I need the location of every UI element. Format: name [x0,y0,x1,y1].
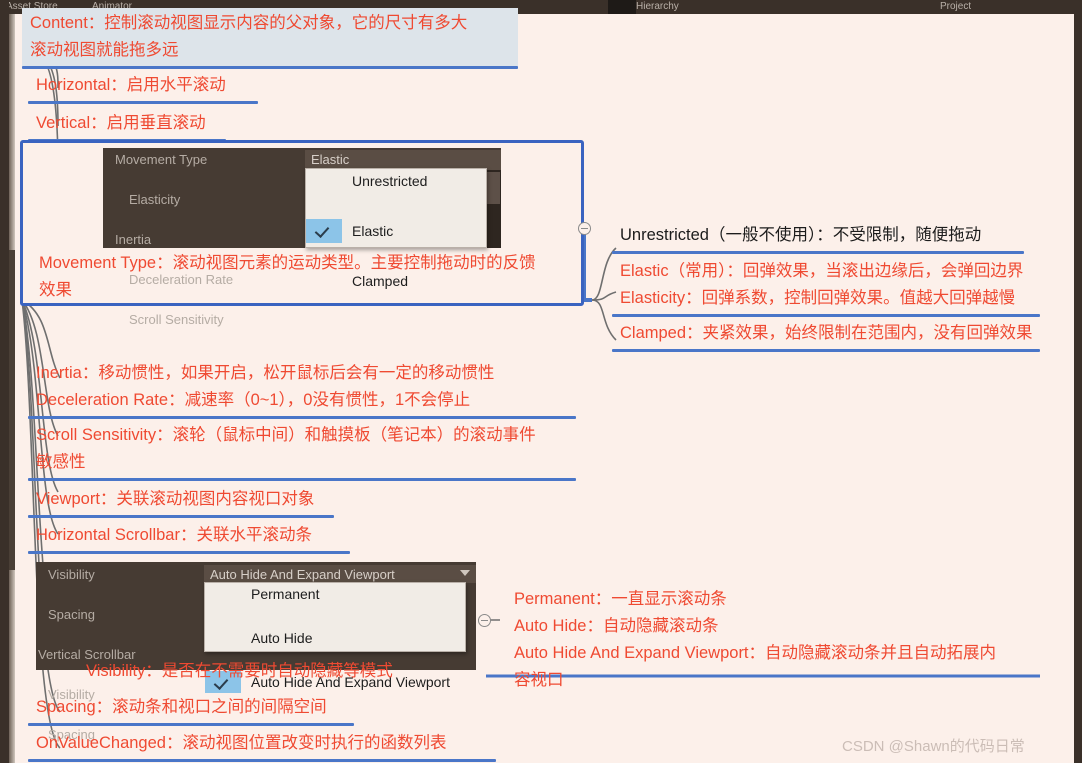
node-clamped-text: Clamped：夹紧效果，始终限制在范围内，没有回弹效果 [620,324,1033,342]
node-scroll-sensitivity-underline [28,478,576,481]
inspector-row-scroll-sensitivity: Scroll Sensitivity [103,310,501,330]
node-horizontal-text: Horizontal：启用水平滚动 [36,76,226,94]
visibility-value[interactable]: Auto Hide And Expand Viewport [204,565,476,583]
node-unrestricted-text: Unrestricted（一般不使用）：不受限制，随便拖动 [620,226,982,244]
option-label: Clamped [352,273,409,289]
node-content-text: Content：控制滚动视图显示内容的父对象，它的尺寸有多大 滚动视图就能拖多远 [30,14,468,59]
mindmap-canvas: Asset Store Animator Hierarchy Project C… [0,0,1082,763]
node-clamped-underline [612,349,1040,352]
node-elastic[interactable]: Elastic（常用）：回弹效果，当滚出边缘后，会弹回边界 Elasticity… [612,256,1040,317]
inspector-scrollbar-thumb[interactable] [486,172,500,204]
row-label: Spacing [48,607,95,622]
node-visibility-modes[interactable]: Permanent：一直显示滚动条 Auto Hide：自动隐藏滚动条 Auto… [506,584,1040,696]
row-label: Movement Type [115,152,208,167]
option-label: Unrestricted [352,173,428,189]
dropdown-option-permanent[interactable]: Permanent [205,583,465,605]
node-spacing-text: Spacing：滚动条和视口之间的间隔空间 [36,698,327,716]
node-scroll-sensitivity-text: Scroll Sensitivity：滚轮（鼠标中间）和触摸板（笔记本）的滚动事… [36,426,536,471]
unity-left-panel-block [9,250,15,570]
node-visibility-text: Visibility：是否在不需要时自动隐藏等模式 [86,662,393,680]
node-on-value-changed-underline [28,759,496,762]
dropdown-option-clamped[interactable]: Clamped [306,269,486,293]
node-viewport[interactable]: Viewport：关联滚动视图内容视口对象 [28,484,334,518]
dropdown-option-elastic[interactable]: Elastic [306,219,486,243]
unity-left-edge [0,0,9,763]
node-inertia-underline [28,416,576,419]
option-label: Elastic [352,223,394,239]
node-spacing[interactable]: Spacing：滚动条和视口之间的间隔空间 [28,692,354,726]
node-horizontal-scrollbar-text: Horizontal Scrollbar：关联水平滚动条 [36,526,312,544]
row-label: Visibility [48,567,95,582]
collapse-toggle-visibility[interactable] [478,614,491,627]
node-visibility-modes-text: Permanent：一直显示滚动条 Auto Hide：自动隐藏滚动条 Auto… [514,590,997,689]
node-horizontal[interactable]: Horizontal：启用水平滚动 [28,70,258,104]
node-on-value-changed[interactable]: OnValueChanged：滚动视图位置改变时执行的函数列表 [28,728,496,762]
node-inertia[interactable]: Inertia：移动惯性，如果开启，松开鼠标后会有一定的移动惯性 Deceler… [28,358,576,419]
node-content[interactable]: Content：控制滚动视图显示内容的父对象，它的尺寸有多大 滚动视图就能拖多远 [22,8,518,69]
node-horizontal-underline [28,101,258,104]
check-icon [306,219,342,243]
node-unrestricted[interactable]: Unrestricted（一般不使用）：不受限制，随便拖动 [612,220,1024,254]
node-inertia-text: Inertia：移动惯性，如果开启，松开鼠标后会有一定的移动惯性 Deceler… [36,364,495,409]
node-horizontal-scrollbar[interactable]: Horizontal Scrollbar：关联水平滚动条 [28,520,350,554]
toolbar-gap [608,0,636,14]
row-label: Inertia [115,232,152,247]
node-visibility[interactable]: Visibility：是否在不需要时自动隐藏等模式 [78,656,448,687]
node-horizontal-scrollbar-underline [28,551,350,554]
watermark: CSDN @Shawn的代码日常 [842,738,1025,755]
node-elastic-text: Elastic（常用）：回弹效果，当滚出边缘后，会弹回边界 Elasticity… [620,262,1024,307]
option-label: Permanent [251,586,320,602]
movement-type-value[interactable]: Elastic [305,150,501,170]
node-vertical-text: Vertical：启用垂直滚动 [36,114,206,132]
node-unrestricted-underline [612,251,1024,254]
node-on-value-changed-text: OnValueChanged：滚动视图位置改变时执行的函数列表 [36,734,447,752]
dropdown-option-unrestricted[interactable]: Unrestricted [306,169,486,193]
dropdown-option-auto-hide[interactable]: Auto Hide [205,627,465,649]
collapse-toggle-movement[interactable] [578,222,591,235]
row-label: Elasticity [129,192,181,207]
unity-right-edge [1074,0,1082,763]
node-scroll-sensitivity[interactable]: Scroll Sensitivity：滚轮（鼠标中间）和触摸板（笔记本）的滚动事… [28,420,576,481]
row-label: Deceleration Rate [129,272,234,287]
movement-type-dropdown[interactable]: Unrestricted Elastic Clamped [305,168,487,289]
node-viewport-text: Viewport：关联滚动视图内容视口对象 [36,490,315,508]
node-elastic-underline [612,314,1040,317]
node-spacing-underline [28,723,354,726]
node-content-underline [22,66,518,69]
option-label: Auto Hide [251,630,313,646]
row-label: Scroll Sensitivity [129,312,224,327]
node-viewport-underline [28,515,334,518]
node-vertical[interactable]: Vertical：启用垂直滚动 [28,108,226,142]
unity-tab-hierarchy[interactable]: Hierarchy [636,0,679,14]
visibility-dropdown[interactable]: Permanent Auto Hide Auto Hide And Expand… [204,582,466,693]
unity-tab-project[interactable]: Project [940,0,971,14]
chevron-down-icon [460,570,470,576]
node-clamped[interactable]: Clamped：夹紧效果，始终限制在范围内，没有回弹效果 [612,318,1040,352]
